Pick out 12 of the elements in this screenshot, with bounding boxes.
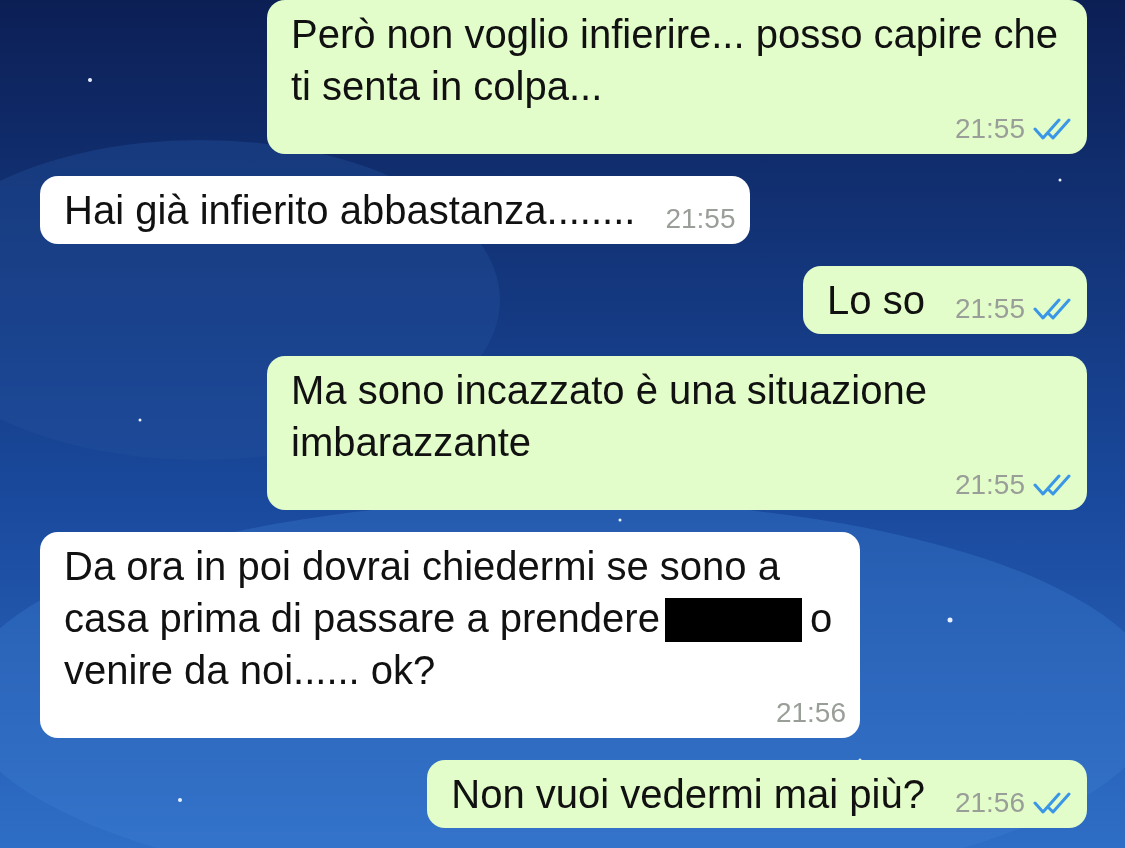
message-time: 21:55 <box>954 468 1025 502</box>
message-text: Da ora in poi dovrai chiedermi se sono a casa prima di passare a prendere o venire da noi...... ok? <box>64 543 834 694</box>
message-time: 21:55 <box>665 202 736 236</box>
message-text: Ma sono incazzato è una situazione imbarazzante <box>291 367 928 466</box>
message-text: Lo so <box>827 277 925 324</box>
message-text: Però non voglio infierire... posso capire che ti senta in colpa... <box>291 11 1060 110</box>
message-text: Non vuoi vedermi mai più? <box>451 771 925 818</box>
message-text: Hai già infierito abbastanza........ <box>64 187 636 234</box>
message-time: 21:56 <box>775 696 846 730</box>
message-time: 21:55 <box>954 112 1025 146</box>
message-time: 21:56 <box>954 786 1025 820</box>
message-time: 21:55 <box>954 292 1025 326</box>
